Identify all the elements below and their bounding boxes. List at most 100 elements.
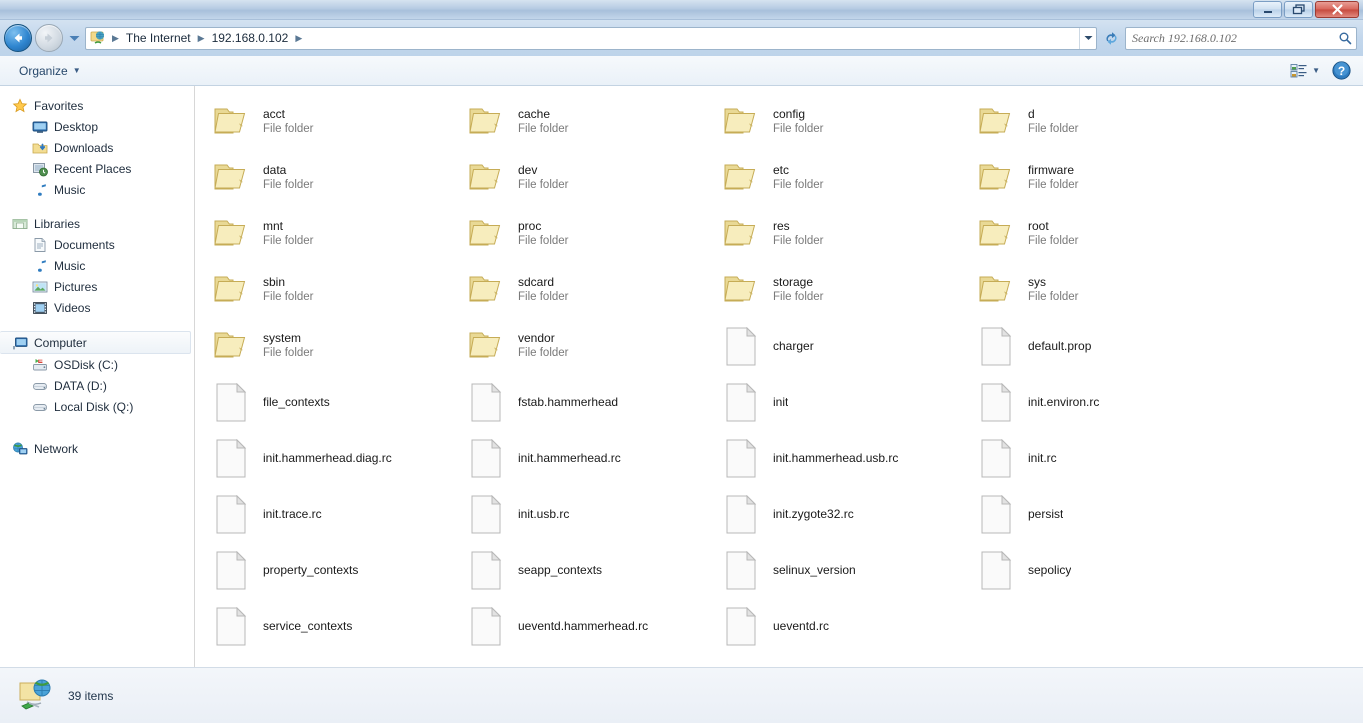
item-meta: init.rc [1028, 451, 1057, 466]
recent-pages-dropdown[interactable] [66, 24, 82, 52]
pictures-icon [32, 279, 48, 295]
item-subtitle: File folder [1028, 234, 1079, 249]
item-meta: init.trace.rc [263, 507, 322, 522]
sidebar-item-music-library[interactable]: Music [0, 255, 194, 276]
folder-item[interactable]: dFile folder [970, 94, 1225, 150]
sidebar-item-favorites[interactable]: Favorites [0, 95, 194, 116]
toolbar: Organize ▼ ▼ [0, 56, 1363, 86]
item-name: config [773, 107, 824, 122]
file-item[interactable]: seapp_contexts [460, 542, 715, 598]
folder-item[interactable]: configFile folder [715, 94, 970, 150]
sidebar-item-osdisk-c[interactable]: OSDisk (C:) [0, 354, 194, 375]
file-item[interactable]: init [715, 374, 970, 430]
file-icon [974, 439, 1018, 478]
item-meta: sepolicy [1028, 563, 1071, 578]
file-item[interactable]: init.hammerhead.diag.rc [205, 430, 460, 486]
file-item[interactable]: init.usb.rc [460, 486, 715, 542]
folder-item[interactable]: sysFile folder [970, 262, 1225, 318]
sidebar-item-network[interactable]: Network [0, 438, 194, 459]
refresh-button[interactable] [1100, 27, 1122, 49]
help-button[interactable]: ? [1326, 59, 1357, 82]
folder-item[interactable]: resFile folder [715, 206, 970, 262]
back-button[interactable] [4, 24, 32, 52]
file-item[interactable]: init.zygote32.rc [715, 486, 970, 542]
maximize-button[interactable] [1284, 1, 1313, 18]
file-item[interactable]: init.trace.rc [205, 486, 460, 542]
folder-item[interactable]: sbinFile folder [205, 262, 460, 318]
folder-item[interactable]: systemFile folder [205, 318, 460, 374]
folder-icon [464, 273, 508, 307]
breadcrumb-host[interactable]: 192.168.0.102 [208, 29, 293, 47]
file-item[interactable]: default.prop [970, 318, 1225, 374]
file-item[interactable]: init.hammerhead.rc [460, 430, 715, 486]
sidebar-item-downloads[interactable]: Downloads [0, 137, 194, 158]
file-item[interactable]: ueventd.hammerhead.rc [460, 598, 715, 654]
file-item[interactable]: selinux_version [715, 542, 970, 598]
sidebar-item-libraries[interactable]: Libraries [0, 213, 194, 234]
item-name: ueventd.rc [773, 619, 829, 634]
file-item[interactable]: init.rc [970, 430, 1225, 486]
folder-item[interactable]: devFile folder [460, 150, 715, 206]
item-meta: init.environ.rc [1028, 395, 1099, 410]
search-input[interactable]: Search 192.168.0.102 [1125, 27, 1357, 50]
minimize-button[interactable] [1253, 1, 1282, 18]
folder-item[interactable]: procFile folder [460, 206, 715, 262]
toolbar-right-group: ▼ ? [1286, 59, 1357, 82]
file-item[interactable]: init.hammerhead.usb.rc [715, 430, 970, 486]
file-item[interactable]: file_contexts [205, 374, 460, 430]
sidebar-item-label: Music [54, 259, 85, 273]
address-bar[interactable]: ▶ The Internet ▶ 192.168.0.102 ▶ [85, 27, 1097, 50]
file-item[interactable]: ueventd.rc [715, 598, 970, 654]
sidebar-item-pictures[interactable]: Pictures [0, 276, 194, 297]
folder-item[interactable]: dataFile folder [205, 150, 460, 206]
sidebar-item-videos[interactable]: Videos [0, 297, 194, 318]
sidebar-item-desktop[interactable]: Desktop [0, 116, 194, 137]
file-item[interactable]: charger [715, 318, 970, 374]
item-meta: resFile folder [773, 219, 824, 249]
file-item[interactable]: service_contexts [205, 598, 460, 654]
folder-icon [209, 161, 253, 195]
sidebar-item-recent-places[interactable]: Recent Places [0, 158, 194, 179]
change-view-button[interactable]: ▼ [1286, 61, 1324, 81]
file-icon [464, 551, 508, 590]
file-item[interactable]: property_contexts [205, 542, 460, 598]
item-name: storage [773, 275, 824, 290]
folder-item[interactable]: mntFile folder [205, 206, 460, 262]
file-item[interactable]: persist [970, 486, 1225, 542]
sidebar-item-label: Libraries [34, 217, 80, 231]
sidebar-item-label: Recent Places [54, 162, 131, 176]
folder-item[interactable]: storageFile folder [715, 262, 970, 318]
sidebar-item-music-favorite[interactable]: Music [0, 179, 194, 200]
breadcrumb-separator: ▶ [292, 33, 305, 44]
folder-item[interactable]: firmwareFile folder [970, 150, 1225, 206]
close-button[interactable] [1315, 1, 1359, 18]
internet-globe-icon [90, 30, 106, 46]
file-item[interactable]: sepolicy [970, 542, 1225, 598]
folder-item[interactable]: rootFile folder [970, 206, 1225, 262]
title-bar [0, 0, 1363, 20]
sidebar-item-data-d[interactable]: DATA (D:) [0, 375, 194, 396]
folder-icon [974, 161, 1018, 195]
address-history-dropdown[interactable] [1079, 28, 1096, 49]
sidebar-item-computer[interactable]: Computer [0, 331, 191, 354]
folder-item[interactable]: cacheFile folder [460, 94, 715, 150]
file-item[interactable]: fstab.hammerhead [460, 374, 715, 430]
sidebar-item-documents[interactable]: Documents [0, 234, 194, 255]
folder-item[interactable]: etcFile folder [715, 150, 970, 206]
item-name: init.usb.rc [518, 507, 569, 522]
item-meta: init [773, 395, 788, 410]
organize-button[interactable]: Organize ▼ [12, 61, 88, 81]
item-meta: procFile folder [518, 219, 569, 249]
file-list-pane[interactable]: acctFile folder dataFile foldermntFile fo… [195, 86, 1363, 667]
item-meta: acctFile folder [263, 107, 314, 137]
forward-button[interactable] [35, 24, 63, 52]
folder-item[interactable]: vendorFile folder [460, 318, 715, 374]
folder-item[interactable]: acctFile folder [205, 94, 460, 150]
file-item[interactable]: init.environ.rc [970, 374, 1225, 430]
folder-item[interactable]: sdcardFile folder [460, 262, 715, 318]
item-subtitle: File folder [518, 346, 569, 361]
sidebar-item-local-disk-q[interactable]: Local Disk (Q:) [0, 396, 194, 417]
item-meta: property_contexts [263, 563, 358, 578]
breadcrumb-the-internet[interactable]: The Internet [122, 29, 195, 47]
chevron-down-icon: ▼ [1312, 66, 1320, 75]
